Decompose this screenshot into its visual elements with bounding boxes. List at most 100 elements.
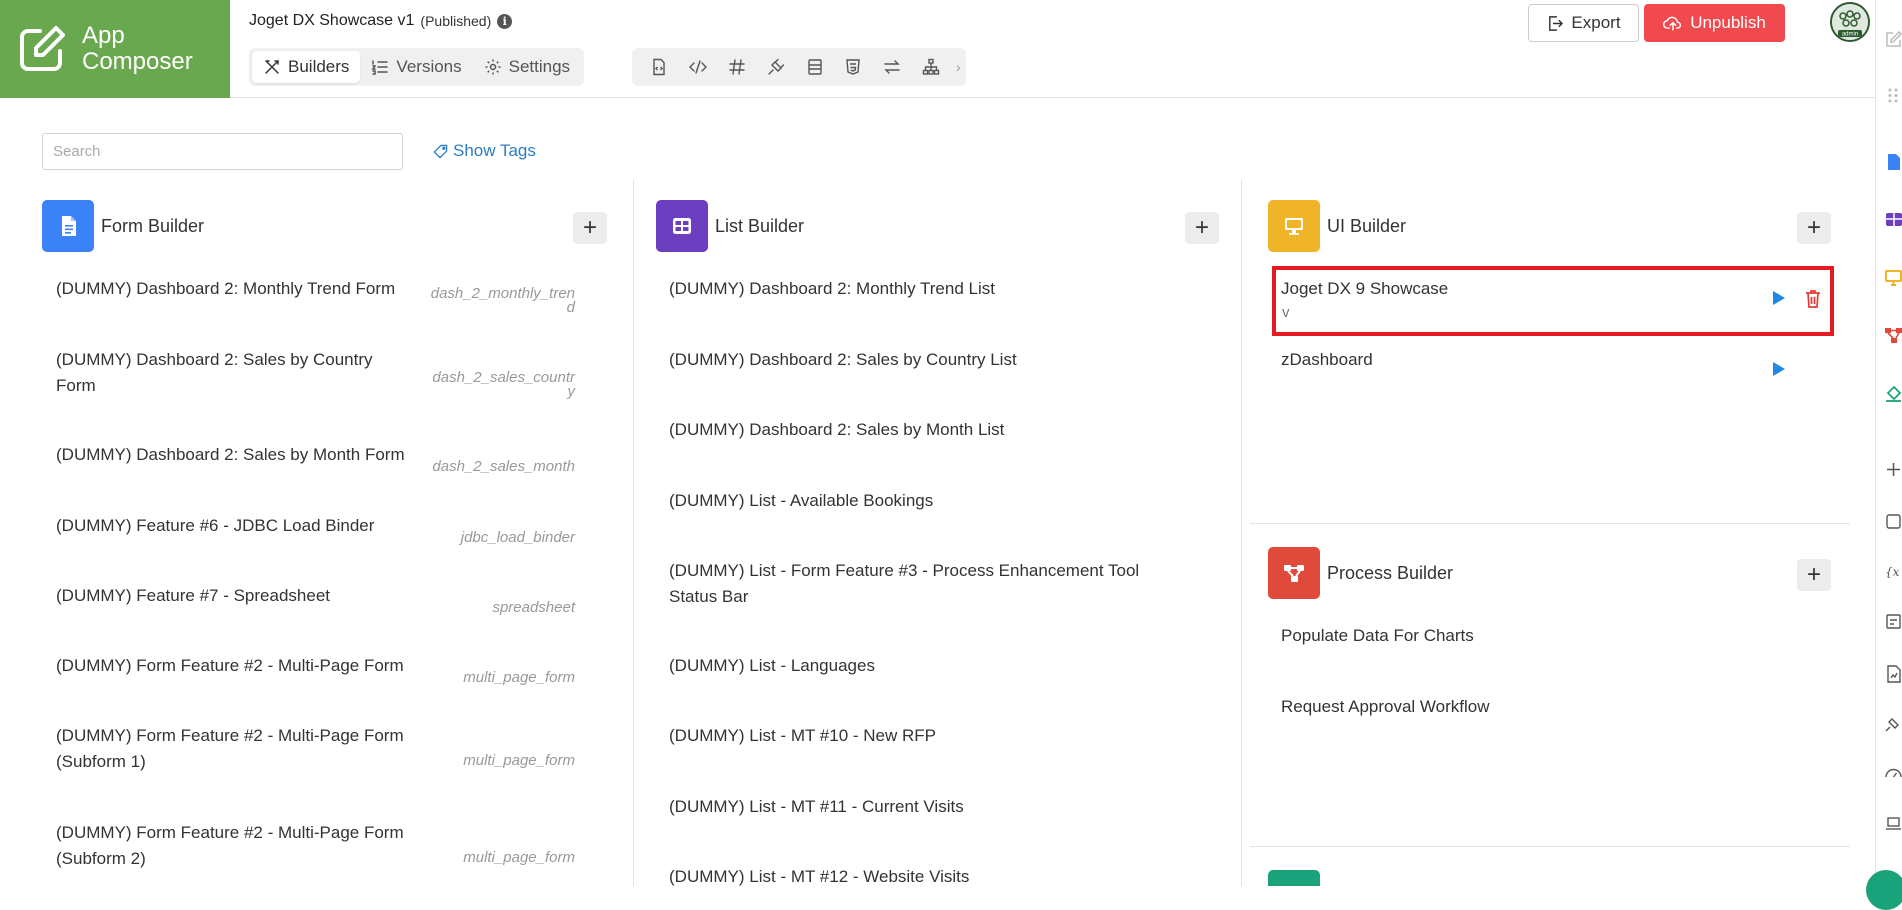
next-builder-icon — [1268, 870, 1320, 886]
monitor-icon[interactable] — [1884, 268, 1902, 287]
process-item[interactable]: Populate Data For Charts — [1281, 623, 1781, 649]
export-button[interactable]: Export — [1528, 4, 1639, 42]
monitor-icon — [1268, 200, 1320, 252]
app-name: Joget DX Showcase v1 — [249, 12, 415, 29]
laptop-icon[interactable] — [1884, 814, 1902, 833]
form-item-id: dash_2_sales_month — [432, 458, 575, 475]
process-flow-icon[interactable] — [1884, 326, 1902, 345]
section-divider — [1250, 523, 1850, 524]
square-icon[interactable] — [1884, 512, 1902, 531]
form-item[interactable]: (DUMMY) Dashboard 2: Sales by Country For… — [56, 347, 426, 399]
tools-icon — [265, 60, 279, 74]
app-status: (Published) — [420, 13, 492, 29]
list-item[interactable]: (DUMMY) List - Languages — [669, 653, 1189, 679]
form-item[interactable]: (DUMMY) Dashboard 2: Sales by Month Form — [56, 442, 426, 468]
tool-hash[interactable] — [718, 51, 757, 83]
edit-icon[interactable] — [1884, 30, 1902, 49]
form-item[interactable]: (DUMMY) Form Feature #2 - Multi-Page For… — [56, 723, 426, 775]
process-flow-icon — [1268, 547, 1320, 599]
ui-builder-title: UI Builder — [1327, 215, 1407, 236]
add-process-button[interactable]: + — [1797, 559, 1831, 591]
variable-icon[interactable]: {x — [1884, 562, 1902, 581]
ui-item[interactable]: zDashboard — [1281, 347, 1681, 373]
form-item[interactable]: (DUMMY) Feature #7 - Spreadsheet — [56, 583, 426, 609]
column-divider — [633, 180, 634, 886]
tool-file-code[interactable] — [640, 51, 679, 83]
section-divider — [1250, 846, 1850, 847]
tab-builders[interactable]: Builders — [252, 51, 361, 83]
tag-icon — [433, 144, 448, 159]
plug-icon[interactable] — [1884, 714, 1902, 733]
export-icon — [1549, 15, 1564, 31]
form-field-icon[interactable] — [1884, 612, 1902, 631]
svg-text:{x: {x — [1885, 565, 1900, 579]
chart-file-icon[interactable] — [1884, 664, 1902, 683]
list-item[interactable]: (DUMMY) List - Form Feature #3 - Process… — [669, 558, 1189, 610]
list-item[interactable]: (DUMMY) List - MT #11 - Current Visits — [669, 794, 1189, 820]
list-item[interactable]: (DUMMY) List - MT #10 - New RFP — [669, 723, 1189, 749]
tool-strip: › — [632, 48, 966, 86]
tool-sitemap[interactable] — [912, 51, 951, 83]
add-list-button[interactable]: + — [1185, 212, 1219, 244]
tool-plugin[interactable] — [756, 51, 795, 83]
search-input[interactable] — [42, 133, 403, 170]
list-item[interactable]: (DUMMY) List - Available Bookings — [669, 488, 1189, 514]
form-item-id: spreadsheet — [492, 599, 575, 616]
list-item[interactable]: (DUMMY) Dashboard 2: Monthly Trend List — [669, 276, 1189, 302]
unpublish-button[interactable]: Unpublish — [1644, 4, 1785, 42]
tab-versions[interactable]: Versions — [360, 51, 472, 83]
tool-code[interactable] — [679, 51, 718, 83]
tab-settings[interactable]: Settings — [473, 51, 581, 83]
form-builder-title: Form Builder — [101, 215, 205, 236]
process-builder-title: Process Builder — [1327, 562, 1454, 583]
code-icon — [689, 60, 708, 74]
tool-layout[interactable] — [795, 51, 834, 83]
drag-handle-icon[interactable] — [1884, 86, 1902, 105]
table-icon[interactable] — [1884, 210, 1902, 229]
form-item[interactable]: (DUMMY) Form Feature #2 - Multi-Page For… — [56, 653, 426, 679]
show-tags-link[interactable]: Show Tags — [433, 141, 536, 161]
form-item[interactable]: (DUMMY) Feature #6 - JDBC Load Binder — [56, 513, 426, 539]
process-builder-header: Process Builder — [1268, 547, 1453, 599]
chat-bubble-icon[interactable] — [1866, 870, 1902, 910]
plug-icon — [768, 58, 785, 75]
plus-icon[interactable] — [1884, 460, 1902, 479]
form-item[interactable]: (DUMMY) Dashboard 2: Monthly Trend Form — [56, 276, 426, 302]
form-icon — [42, 200, 94, 252]
hash-icon — [729, 59, 745, 75]
gear-icon — [485, 59, 501, 75]
form-item-id: multi_page_form — [463, 849, 575, 866]
edit-icon — [20, 26, 65, 71]
add-form-button[interactable]: + — [573, 212, 607, 244]
user-avatar-icon: admin — [1832, 4, 1868, 40]
tool-html[interactable] — [834, 51, 873, 83]
info-icon[interactable]: i — [497, 13, 513, 29]
list-builder-header: List Builder — [656, 200, 804, 252]
avatar[interactable]: admin — [1830, 2, 1870, 42]
form-icon[interactable] — [1884, 152, 1902, 171]
app-composer-logo[interactable]: App Composer — [0, 0, 230, 98]
add-ui-button[interactable]: + — [1797, 212, 1831, 244]
list-item[interactable]: (DUMMY) Dashboard 2: Sales by Country Li… — [669, 347, 1189, 373]
form-builder-header: Form Builder — [42, 200, 204, 252]
layout-icon — [807, 59, 822, 75]
process-item[interactable]: Request Approval Workflow — [1281, 694, 1781, 720]
top-bar: App Composer Joget DX Showcase v1 (Publi… — [0, 0, 1875, 98]
gauge-icon[interactable] — [1884, 764, 1902, 783]
list-item[interactable]: (DUMMY) Dashboard 2: Sales by Month List — [669, 417, 1189, 443]
file-code-icon — [653, 58, 666, 76]
form-item[interactable]: (DUMMY) Form Feature #2 - Multi-Page For… — [56, 820, 426, 872]
list-builder-title: List Builder — [715, 215, 805, 236]
right-rail: {x — [1866, 0, 1902, 910]
exchange-icon — [884, 60, 900, 74]
play-icon[interactable] — [1772, 290, 1786, 306]
list-numbered-icon — [372, 60, 389, 75]
paint-bucket-icon[interactable] — [1884, 384, 1902, 403]
tool-exchange[interactable] — [873, 51, 912, 83]
chevron-right-icon[interactable]: › — [951, 51, 967, 83]
list-item[interactable]: (DUMMY) List - MT #12 - Website Visits — [669, 864, 1189, 890]
trash-icon[interactable] — [1804, 289, 1822, 309]
play-icon[interactable] — [1772, 361, 1786, 377]
ui-item[interactable]: Joget DX 9 Showcase — [1281, 276, 1681, 302]
form-item-id: dash_2_sales_countr y — [432, 369, 575, 400]
